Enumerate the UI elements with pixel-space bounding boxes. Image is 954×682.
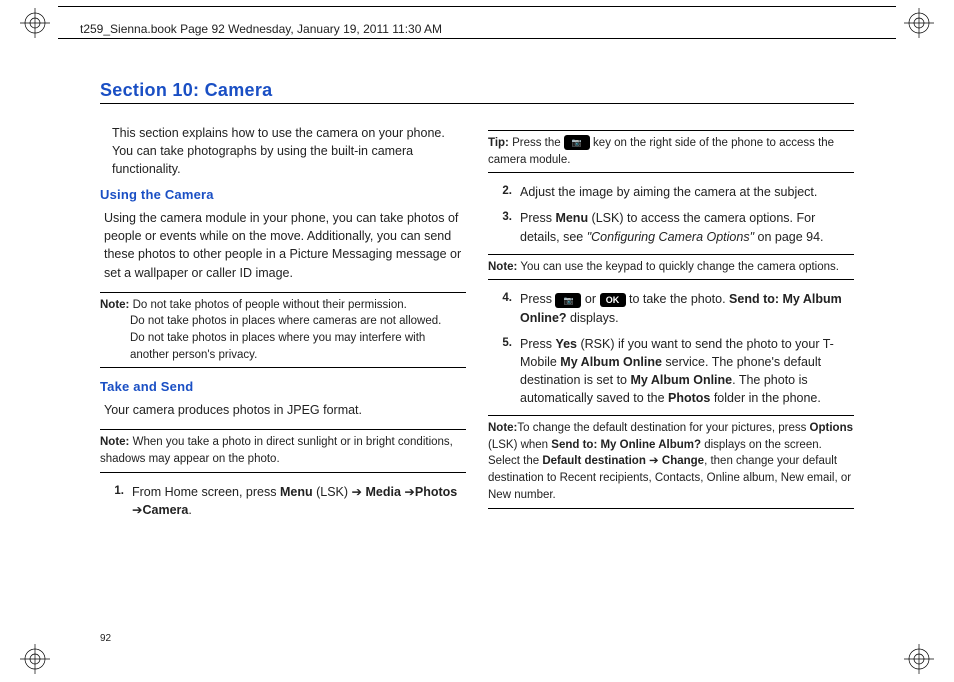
note-line2: Do not take photos in places where camer… [130, 313, 466, 330]
tip-label: Tip: [488, 137, 509, 149]
step-2: 2. Adjust the image by aiming the camera… [488, 183, 854, 201]
step1-a: From Home screen, press [132, 485, 280, 499]
dot: . [188, 503, 191, 517]
step-number: 3. [488, 209, 520, 245]
note-keypad: Note: You can use the keypad to quickly … [488, 254, 854, 281]
step-number: 4. [488, 290, 520, 326]
tip-camera-key: Tip: Press the key on the right side of … [488, 130, 854, 173]
ok-key-icon: OK [600, 293, 626, 307]
camera-key-icon [564, 135, 590, 150]
s4c: displays. [567, 311, 619, 325]
arrow-icon: ➔ [646, 455, 662, 467]
intro-text: This section explains how to use the cam… [112, 124, 466, 178]
page-header: t259_Sienna.book Page 92 Wednesday, Janu… [80, 22, 442, 36]
note-label: Note: [100, 299, 129, 311]
note-label: Note: [488, 261, 517, 273]
step-3: 3. Press Menu (LSK) to access the camera… [488, 209, 854, 245]
step-4: 4. Press or OK to take the photo. Send t… [488, 290, 854, 326]
camera-key-icon [555, 293, 581, 308]
note-line3: Do not take photos in places where you m… [130, 330, 466, 363]
album-online2: My Album Online [630, 373, 732, 387]
menu-key: Menu [555, 211, 588, 225]
options-key: Options [810, 422, 853, 434]
note-label: Note: [488, 422, 517, 434]
note-line1: Do not take photos of people without the… [133, 299, 407, 311]
s5e: folder in the phone. [710, 391, 821, 405]
heading-take-send: Take and Send [100, 378, 466, 397]
album-online1: My Album Online [560, 355, 662, 369]
step-number: 5. [488, 335, 520, 408]
change-key: Change [662, 455, 704, 467]
section-title: Section 10: Camera [100, 80, 854, 104]
photos-folder: Photos [668, 391, 710, 405]
note-keypad-text: You can use the keypad to quickly change… [517, 261, 839, 273]
step-number: 2. [488, 183, 520, 201]
note-permissions: Note: Do not take photos of people witho… [100, 292, 466, 369]
cropmark-bl-icon [20, 644, 50, 674]
arrow-icon: ➔ [352, 485, 362, 499]
note-sunlight-text: When you take a photo in direct sunlight… [100, 436, 453, 465]
note-sunlight: Note: When you take a photo in direct su… [100, 429, 466, 472]
s3a: Press [520, 211, 555, 225]
cropmark-tl-icon [20, 8, 50, 38]
take-send-body: Your camera produces photos in JPEG form… [104, 401, 466, 419]
heading-using-camera: Using the Camera [100, 186, 466, 205]
note-default-destination: Note:To change the default destination f… [488, 415, 854, 508]
s5a: Press [520, 337, 555, 351]
n4a: To change the default destination for yo… [517, 422, 809, 434]
default-dest: Default destination [542, 455, 646, 467]
right-column: Tip: Press the key on the right side of … [488, 124, 854, 527]
s4or: or [581, 292, 599, 306]
camera-label: Camera [142, 503, 188, 517]
step-number: 1. [100, 483, 132, 519]
step-1: 1. From Home screen, press Menu (LSK) ➔ … [100, 483, 466, 519]
yes-key: Yes [555, 337, 577, 351]
photos-label: Photos [415, 485, 457, 499]
s3c: on page 94. [754, 230, 824, 244]
crop-top-line [58, 6, 896, 7]
step2-text: Adjust the image by aiming the camera at… [520, 183, 854, 201]
send-to-prompt: Send to: My Online Album? [551, 439, 701, 451]
cropmark-br-icon [904, 644, 934, 674]
s4a: Press [520, 292, 555, 306]
arrow-icon: ➔ [132, 503, 142, 517]
media-label: Media [362, 485, 404, 499]
tip-a: Press the [512, 137, 564, 149]
note-label: Note: [100, 436, 129, 448]
page-number: 92 [100, 633, 111, 644]
left-column: This section explains how to use the cam… [100, 124, 466, 527]
config-ref: "Configuring Camera Options" [587, 230, 754, 244]
step-5: 5. Press Yes (RSK) if you want to send t… [488, 335, 854, 408]
using-camera-body: Using the camera module in your phone, y… [104, 209, 466, 282]
cropmark-tr-icon [904, 8, 934, 38]
step1-b: (LSK) [313, 485, 352, 499]
n4b: (LSK) when [488, 439, 551, 451]
arrow-icon: ➔ [404, 485, 414, 499]
menu-key: Menu [280, 485, 313, 499]
crop-header-underline [58, 38, 896, 39]
s4b: to take the photo. [626, 292, 730, 306]
